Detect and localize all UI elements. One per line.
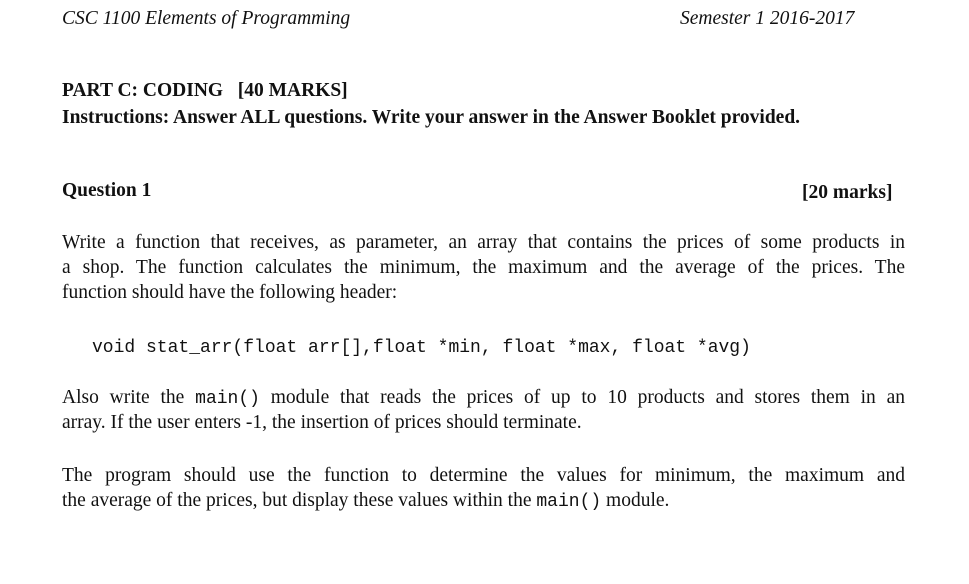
para2-line: array. If the user enters -1, the insert… [62, 412, 582, 433]
text: module. [601, 490, 670, 511]
text: module that reads the prices of up to 10… [259, 387, 905, 408]
function-header-code: void stat_arr(float arr[],float *min, fl… [92, 338, 751, 358]
question-title: Question 1 [62, 180, 152, 201]
para1-line: Write a function that receives, as param… [62, 232, 905, 253]
para1-line: function should have the following heade… [62, 282, 398, 303]
question-marks: [20 marks] [802, 182, 893, 203]
text: the average of the prices, but display t… [62, 490, 537, 511]
part-title: PART C: CODING [62, 80, 224, 101]
text: Also write the [62, 387, 196, 408]
course-title: CSC 1100 Elements of Programming [62, 8, 351, 29]
inline-code: main() [195, 389, 260, 409]
part-marks: [40 MARKS] [237, 80, 348, 101]
para2-line: Also write the main() module that reads … [62, 387, 905, 410]
para1-line: a shop. The function calculates the mini… [62, 257, 905, 278]
para3-line: The program should use the function to d… [62, 465, 905, 486]
semester-label: Semester 1 2016-2017 [680, 8, 855, 29]
instructions: Instructions: Answer ALL questions. Writ… [62, 107, 801, 128]
part-heading: PART C: CODING [40 MARKS] [62, 80, 348, 102]
inline-code: main() [536, 492, 602, 512]
exam-page: CSC 1100 Elements of Programming Semeste… [0, 0, 969, 584]
para3-line: the average of the prices, but display t… [62, 490, 669, 513]
